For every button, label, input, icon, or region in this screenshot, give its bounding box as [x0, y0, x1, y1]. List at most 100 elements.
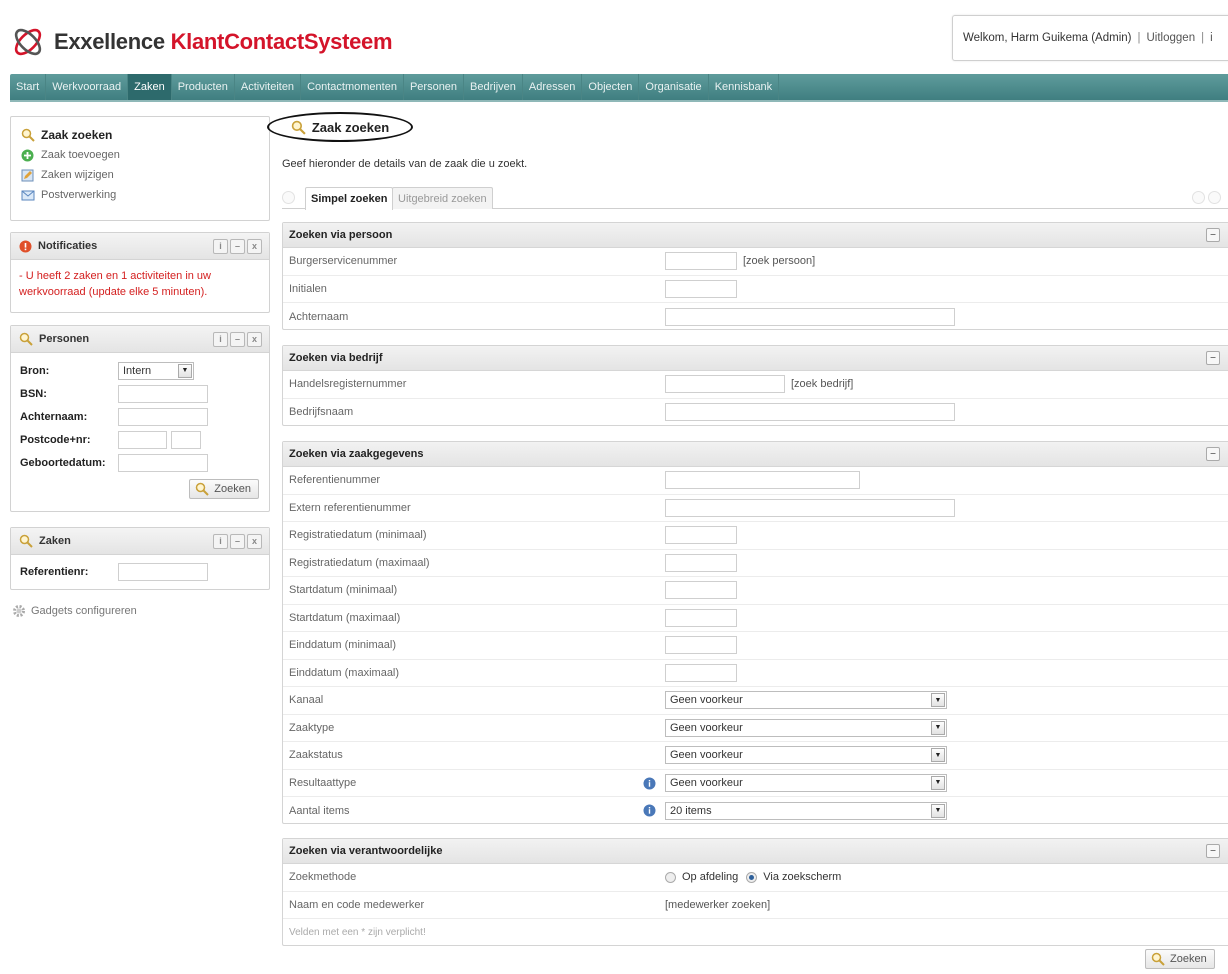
handelsregister-input[interactable] — [665, 375, 785, 394]
add-icon — [21, 149, 37, 162]
geboortedatum-input[interactable] — [118, 453, 208, 472]
alert-icon — [19, 240, 32, 253]
form-row: Startdatum (minimaal) — [283, 577, 1228, 605]
zoek-persoon-link[interactable]: [zoek persoon] — [743, 255, 815, 267]
radio-via-zoekscherm[interactable]: Via zoekscherm — [746, 871, 841, 883]
close-button[interactable]: x — [247, 238, 262, 254]
minimize-button[interactable]: – — [230, 238, 245, 254]
aantal-items-select[interactable]: 20 items ▼ — [665, 801, 947, 820]
tab-scroll-left[interactable] — [1192, 191, 1205, 204]
nav-activiteiten[interactable]: Activiteiten — [235, 74, 302, 100]
action-label: Postverwerking — [41, 189, 117, 201]
nav-organisatie[interactable]: Organisatie — [639, 74, 709, 100]
medewerker-zoeken-link[interactable]: [medewerker zoeken] — [665, 899, 770, 911]
logout-link[interactable]: Uitloggen — [1147, 32, 1196, 44]
startdatum-min-input[interactable] — [665, 581, 737, 600]
info-icon[interactable] — [643, 804, 656, 817]
close-button[interactable]: x — [247, 331, 262, 347]
einddatum-max-input[interactable] — [665, 663, 737, 682]
nav-werkvoorraad[interactable]: Werkvoorraad — [46, 74, 129, 100]
zaaktype-select[interactable]: Geen voorkeur ▼ — [665, 718, 947, 737]
collapse-button[interactable]: – — [1206, 844, 1220, 858]
intro-text: Geef hieronder de details van de zaak di… — [282, 158, 528, 170]
action-zaken-wijzigen[interactable]: Zaken wijzigen — [21, 165, 259, 185]
user-bar-link[interactable]: i — [1210, 32, 1213, 44]
gadgets-configure-link[interactable]: Gadgets configureren — [12, 604, 137, 618]
chevron-down-icon: ▼ — [931, 775, 945, 790]
huisnummer-input[interactable] — [171, 430, 201, 449]
achternaam-input[interactable] — [665, 307, 955, 326]
radio-op-afdeling[interactable]: Op afdeling — [665, 871, 738, 883]
select-value: Intern — [123, 364, 152, 377]
info-button[interactable]: i — [213, 533, 228, 549]
nav-zaken[interactable]: Zaken — [128, 74, 172, 100]
postcode-input[interactable] — [118, 430, 167, 449]
tab-simpel-zoeken[interactable]: Simpel zoeken — [305, 187, 394, 210]
registratiedatum-min-input[interactable] — [665, 526, 737, 545]
action-zaak-zoeken[interactable]: Zaak zoeken — [21, 125, 259, 145]
section-header: Zoeken via persoon – — [283, 223, 1228, 248]
field-label: Startdatum (minimaal) — [289, 584, 398, 597]
main-nav: Start Werkvoorraad Zaken Producten Activ… — [10, 74, 1228, 102]
startdatum-max-input[interactable] — [665, 608, 737, 627]
tab-uitgebreid-zoeken[interactable]: Uitgebreid zoeken — [392, 187, 493, 209]
logo[interactable]: Exxellence KlantContactSysteem — [10, 24, 393, 60]
zaakstatus-select[interactable]: Geen voorkeur ▼ — [665, 746, 947, 765]
collapse-button[interactable]: – — [1206, 351, 1220, 365]
collapse-button[interactable]: – — [1206, 228, 1220, 242]
nav-personen[interactable]: Personen — [404, 74, 465, 100]
button-label: Zoeken — [1170, 953, 1207, 965]
initialen-input[interactable] — [665, 279, 737, 298]
nav-producten[interactable]: Producten — [172, 74, 235, 100]
nav-start[interactable]: Start — [10, 74, 47, 100]
bsn-input[interactable] — [665, 252, 737, 271]
tab-scroll-left[interactable] — [282, 191, 295, 204]
section-header: Zoeken via verantwoordelijke – — [283, 839, 1228, 864]
collapse-button[interactable]: – — [1206, 447, 1220, 461]
nav-adressen[interactable]: Adressen — [523, 74, 583, 100]
einddatum-min-input[interactable] — [665, 636, 737, 655]
minimize-button[interactable]: – — [230, 533, 245, 549]
action-postverwerking[interactable]: Postverwerking — [21, 185, 259, 205]
info-button[interactable]: i — [213, 331, 228, 347]
close-button[interactable]: x — [247, 533, 262, 549]
nav-contactmomenten[interactable]: Contactmomenten — [301, 74, 404, 100]
personen-panel: Personen i – x Bron: Intern ▼ BSN: Achte… — [10, 325, 270, 512]
extern-referentienummer-input[interactable] — [665, 498, 955, 517]
nav-kennisbank[interactable]: Kennisbank — [709, 74, 780, 100]
section-title: Zoeken via bedrijf — [289, 352, 383, 364]
bsn-input[interactable] — [118, 384, 208, 403]
search-tabs: Simpel zoeken Uitgebreid zoeken — [282, 187, 1228, 210]
kanaal-select[interactable]: Geen voorkeur ▼ — [665, 691, 947, 710]
registratiedatum-max-input[interactable] — [665, 553, 737, 572]
bron-select[interactable]: Intern ▼ — [118, 361, 194, 380]
field-label: Zoekmethode — [289, 871, 357, 884]
radio-dot — [665, 871, 676, 883]
select-value: Geen voorkeur — [670, 776, 743, 789]
form-row: Extern referentienummer — [283, 495, 1228, 522]
achternaam-input[interactable] — [118, 407, 208, 426]
section-title: Zoeken via persoon — [289, 229, 393, 241]
nav-objecten[interactable]: Objecten — [582, 74, 640, 100]
tab-scroll-right[interactable] — [1208, 191, 1221, 204]
referentienr-input[interactable] — [118, 562, 208, 581]
section-zaakgegevens: Zoeken via zaakgegevens – Referentienumm… — [282, 441, 1228, 824]
bedrijfsnaam-input[interactable] — [665, 403, 955, 422]
search-submit-button[interactable]: Zoeken — [1145, 949, 1215, 969]
resultaattype-select[interactable]: Geen voorkeur ▼ — [665, 773, 947, 792]
info-icon[interactable] — [643, 777, 656, 790]
nav-bedrijven[interactable]: Bedrijven — [464, 74, 523, 100]
form-row: Burgerservicenummer [zoek persoon] — [283, 248, 1228, 276]
panel-header: Personen i – x — [11, 326, 269, 353]
referentienummer-input[interactable] — [665, 471, 860, 490]
section-title: Zoeken via verantwoordelijke — [289, 845, 443, 857]
zoek-bedrijf-link[interactable]: [zoek bedrijf] — [791, 378, 853, 390]
minimize-button[interactable]: – — [230, 331, 245, 347]
action-zaak-toevoegen[interactable]: Zaak toevoegen — [21, 145, 259, 165]
form-row: Handelsregisternummer [zoek bedrijf] — [283, 371, 1228, 399]
section-verantwoordelijke: Zoeken via verantwoordelijke – Zoekmetho… — [282, 838, 1228, 946]
form-row: Bedrijfsnaam — [283, 399, 1228, 427]
field-label: Zaaktype — [289, 721, 335, 734]
info-button[interactable]: i — [213, 238, 228, 254]
personen-search-button[interactable]: Zoeken — [189, 479, 259, 499]
